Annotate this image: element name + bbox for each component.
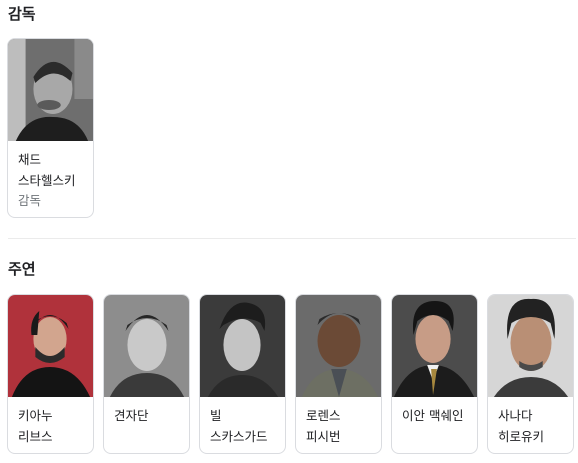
section-divider	[8, 238, 576, 239]
cast-photo	[296, 295, 381, 397]
director-photo	[8, 39, 93, 141]
cast-name: 이안 맥쉐인	[402, 408, 464, 423]
cast-card[interactable]: 로렌스 피시번	[295, 294, 382, 454]
cast-name: 로렌스 피시번	[306, 408, 341, 444]
cast-section-title: 주연	[8, 260, 36, 278]
cast-card[interactable]: 키아누 리브스	[7, 294, 94, 454]
cast-photo	[200, 295, 285, 397]
cast-photo	[8, 295, 93, 397]
cast-card[interactable]: 사나다 히로유키	[487, 294, 574, 454]
cast-name: 빌 스카스가드	[210, 408, 268, 444]
cast-name: 키아누 리브스	[18, 408, 53, 444]
cast-photo	[488, 295, 573, 397]
director-section-title: 감독	[8, 5, 36, 23]
cast-photo	[392, 295, 477, 397]
director-name: 채드 스타헬스키	[18, 152, 76, 188]
cast-name: 사나다 히로유키	[498, 408, 545, 444]
director-card[interactable]: 채드 스타헬스키 감독	[7, 38, 94, 218]
cast-card[interactable]: 견자단	[103, 294, 190, 454]
cast-photo	[104, 295, 189, 397]
cast-card[interactable]: 빌 스카스가드	[199, 294, 286, 454]
cast-card[interactable]: 이안 맥쉐인	[391, 294, 478, 454]
cast-name: 견자단	[114, 408, 149, 423]
director-role: 감독	[18, 193, 42, 208]
